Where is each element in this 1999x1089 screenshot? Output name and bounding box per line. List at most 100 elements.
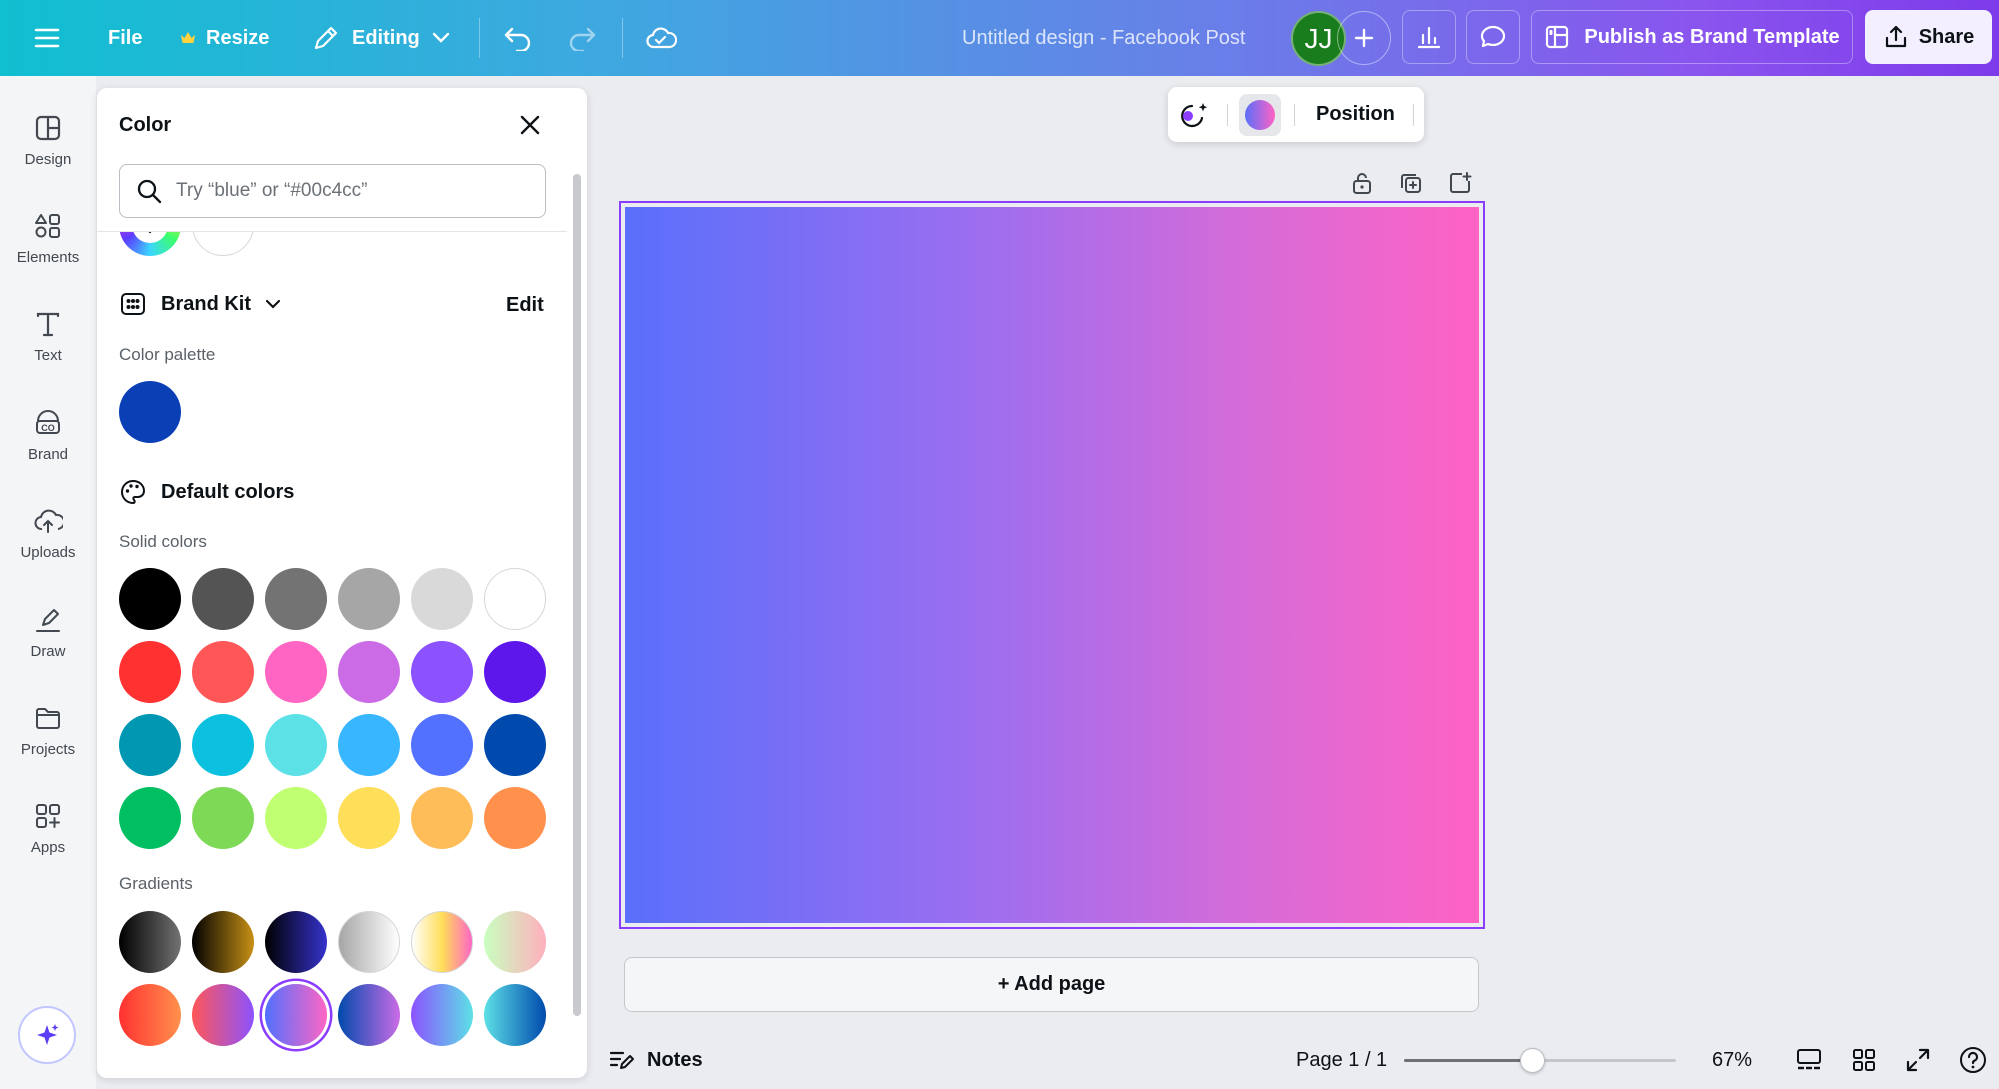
panel-scrollbar[interactable] [573, 174, 581, 1016]
solid-color-swatch[interactable] [119, 568, 181, 630]
redo-button[interactable] [567, 0, 597, 76]
solid-color-swatch[interactable] [119, 641, 181, 703]
gradient-swatch[interactable] [338, 911, 400, 973]
solid-colors-label: Solid colors [119, 532, 207, 551]
solid-color-swatch[interactable] [265, 568, 327, 630]
duplicate-icon [1401, 174, 1421, 193]
gradient-swatch[interactable] [484, 984, 546, 1046]
gradient-swatch[interactable] [192, 911, 254, 973]
duplicate-page-button[interactable] [1396, 168, 1426, 198]
solid-color-swatch[interactable] [411, 641, 473, 703]
design-canvas-selection[interactable] [619, 201, 1485, 929]
gradient-swatch[interactable] [119, 984, 181, 1046]
lock-page-button[interactable] [1347, 168, 1377, 198]
solid-color-swatch[interactable] [192, 568, 254, 630]
close-panel-button[interactable] [515, 110, 545, 140]
solid-color-swatch[interactable] [338, 787, 400, 849]
notes-button[interactable]: Notes [609, 1040, 703, 1080]
grid-view-button[interactable] [1851, 1040, 1877, 1080]
publish-brand-template-button[interactable]: Publish as Brand Template [1531, 10, 1853, 64]
brand-kit-dropdown[interactable]: Brand Kit [119, 290, 281, 318]
gradient-swatch[interactable] [119, 911, 181, 973]
design-icon [35, 115, 61, 140]
solid-color-swatch[interactable] [265, 714, 327, 776]
gradient-swatch-selected[interactable] [265, 984, 327, 1046]
undo-button[interactable] [503, 0, 533, 76]
document-color-swatch[interactable] [192, 232, 254, 256]
menu-button[interactable] [34, 0, 60, 76]
solid-color-swatch[interactable] [411, 714, 473, 776]
solid-color-swatch[interactable] [192, 641, 254, 703]
hamburger-icon [34, 28, 60, 48]
color-scroll-area[interactable]: Brand Kit Edit Color palette Default col… [97, 232, 567, 1078]
color-search-input[interactable] [176, 180, 516, 202]
gradient-swatch[interactable] [484, 911, 546, 973]
zoom-slider[interactable] [1404, 1048, 1676, 1073]
solid-color-swatch[interactable] [338, 641, 400, 703]
page-indicator[interactable]: Page 1 / 1 [1296, 1040, 1387, 1080]
cloud-save-button[interactable] [645, 0, 677, 76]
solid-color-swatch[interactable] [119, 787, 181, 849]
palette-swatch[interactable] [119, 381, 181, 443]
solid-color-swatch[interactable] [411, 568, 473, 630]
help-button[interactable] [1958, 1040, 1988, 1080]
magic-edit-button[interactable] [1178, 98, 1212, 132]
grid-view-icon [1853, 1049, 1875, 1071]
solid-color-swatch[interactable] [265, 641, 327, 703]
magic-edit-icon [1181, 103, 1208, 128]
rail-item-elements[interactable]: Elements [0, 193, 96, 283]
file-menu[interactable]: File [108, 0, 142, 76]
rail-item-design[interactable]: Design [0, 95, 96, 185]
solid-color-swatch[interactable] [484, 787, 546, 849]
rail-item-apps[interactable]: Apps [0, 783, 96, 873]
gradient-swatch[interactable] [192, 984, 254, 1046]
editing-mode-button[interactable]: Editing [312, 0, 450, 76]
solid-color-swatch[interactable] [265, 787, 327, 849]
cloud-check-icon [646, 27, 677, 49]
design-background[interactable] [625, 207, 1479, 923]
solid-color-swatch[interactable] [192, 787, 254, 849]
rail-item-draw[interactable]: Draw [0, 587, 96, 677]
rail-item-text[interactable]: Text [0, 291, 96, 381]
gradient-swatch[interactable] [338, 984, 400, 1046]
edit-brand-kit-link[interactable]: Edit [506, 294, 544, 317]
solid-color-swatch[interactable] [119, 714, 181, 776]
rail-item-uploads[interactable]: Uploads [0, 488, 96, 578]
gradient-swatch[interactable] [411, 984, 473, 1046]
page-view-icon [1797, 1049, 1821, 1070]
insights-button[interactable] [1402, 10, 1456, 64]
share-button[interactable]: Share [1865, 10, 1992, 64]
uploads-icon [34, 509, 63, 533]
solid-color-swatch[interactable] [338, 714, 400, 776]
position-button[interactable]: Position [1316, 87, 1395, 142]
color-palette-label: Color palette [119, 345, 216, 364]
resize-button[interactable]: Resize [180, 0, 269, 76]
fill-color-button[interactable] [1239, 94, 1281, 136]
fullscreen-button[interactable] [1905, 1040, 1931, 1080]
solid-color-swatch[interactable] [411, 787, 473, 849]
solid-color-swatch[interactable] [484, 714, 546, 776]
solid-color-swatch[interactable] [484, 568, 546, 630]
solid-color-swatch[interactable] [338, 568, 400, 630]
color-search-field[interactable] [119, 164, 546, 218]
rail-item-projects[interactable]: Projects [0, 685, 96, 775]
solid-color-swatch[interactable] [484, 641, 546, 703]
solid-color-swatch[interactable] [192, 714, 254, 776]
color-panel: Color Brand Kit Edit Color palette Defau… [97, 88, 587, 1078]
page-view-button[interactable] [1795, 1040, 1823, 1080]
gradient-swatch[interactable] [411, 911, 473, 973]
divider [1413, 104, 1414, 126]
comments-button[interactable] [1466, 10, 1520, 64]
fill-color-swatch [1245, 100, 1275, 130]
rail-item-brand[interactable]: CO Brand [0, 390, 96, 480]
design-title[interactable]: Untitled design - Facebook Post [962, 0, 1246, 76]
invite-button[interactable] [1337, 11, 1391, 65]
magic-assistant-button[interactable] [18, 1006, 76, 1064]
gradient-swatch[interactable] [265, 911, 327, 973]
zoom-level[interactable]: 67% [1712, 1040, 1752, 1080]
add-color-button[interactable] [119, 232, 181, 256]
add-page-icon-button[interactable] [1445, 168, 1475, 198]
add-page-button[interactable]: + Add page [624, 957, 1479, 1012]
divider [622, 18, 623, 58]
zoom-slider-handle[interactable] [1519, 1048, 1545, 1073]
